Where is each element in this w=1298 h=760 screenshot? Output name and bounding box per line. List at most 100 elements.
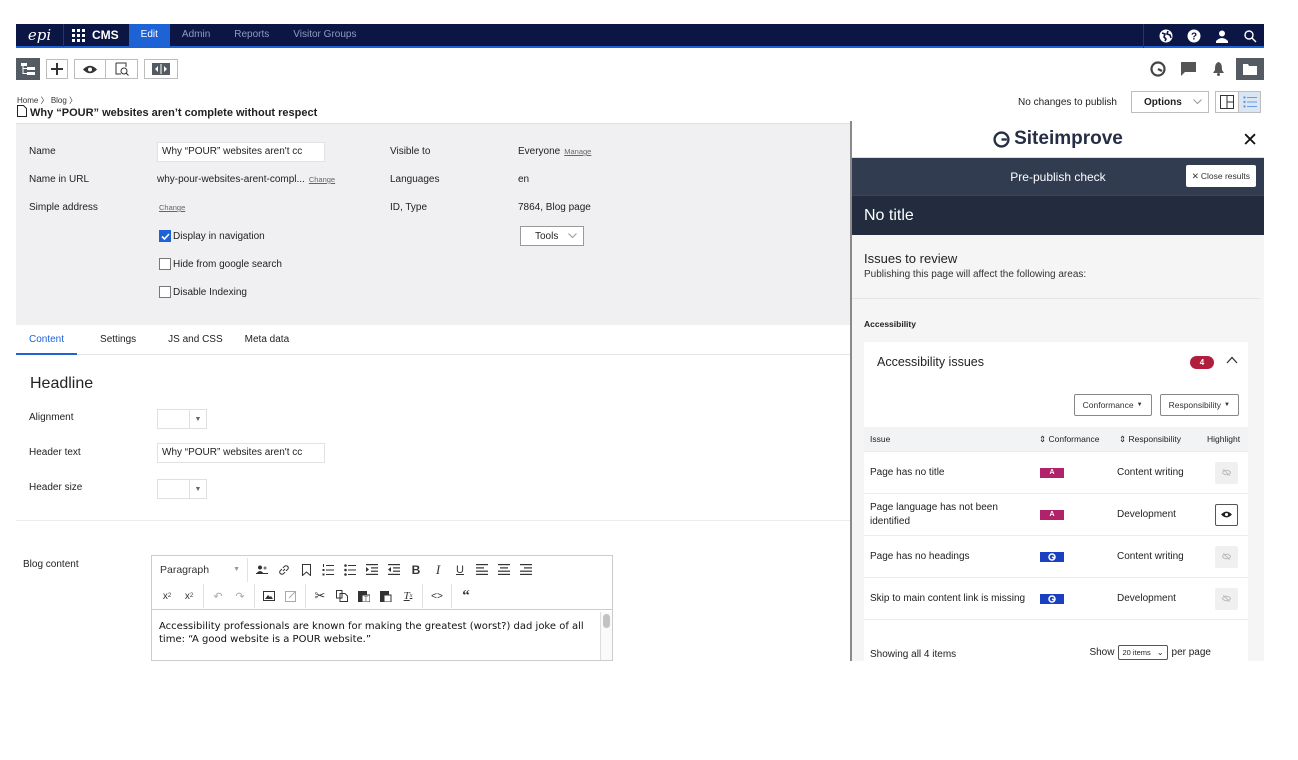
compare-icon[interactable] <box>144 59 178 79</box>
view-page-icon[interactable] <box>106 59 138 79</box>
nav-admin[interactable]: Admin <box>170 24 222 47</box>
dropdown-arrow-icon: ▼ <box>194 415 202 423</box>
source-code-icon[interactable]: <> <box>426 585 448 607</box>
product-name[interactable]: CMS <box>92 28 119 42</box>
image-icon[interactable] <box>258 585 280 607</box>
header-size-select[interactable]: ▼ <box>157 479 207 499</box>
siteimprove-icon[interactable] <box>1146 58 1170 80</box>
add-icon[interactable] <box>46 59 68 79</box>
close-icon[interactable]: ✕ <box>1242 129 1258 152</box>
format-select[interactable]: Paragraph ▼ <box>156 564 244 576</box>
tab-settings[interactable]: Settings <box>77 326 149 355</box>
alignment-select[interactable]: ▼ <box>157 409 207 429</box>
toolbar-right <box>1146 58 1264 80</box>
comments-icon[interactable] <box>1176 58 1200 80</box>
assets-folder-icon[interactable] <box>1236 58 1264 80</box>
issue-name: Page has no headings <box>870 550 970 562</box>
editor-body[interactable]: Accessibility professionals are known fo… <box>152 610 612 646</box>
table-row[interactable]: Page language has not been identified A De… <box>864 494 1248 536</box>
link-icon[interactable] <box>273 559 295 581</box>
responsibility-filter-button[interactable]: Responsibility ▼ <box>1159 393 1239 416</box>
conformance-filter-button[interactable]: Conformance ▼ <box>1073 393 1152 416</box>
rich-text-editor[interactable]: Paragraph ▼ B I U x2 x2 ↶ ↷ ✂ T T x <> “… <box>151 555 613 661</box>
paste-icon[interactable] <box>375 585 397 607</box>
tab-meta-data[interactable]: Meta data <box>236 326 302 355</box>
simple-address-change-link[interactable]: Change <box>159 203 185 212</box>
cut-icon[interactable]: ✂ <box>309 585 331 607</box>
undo-icon[interactable]: ↶ <box>207 585 229 607</box>
checkbox-unchecked[interactable] <box>159 258 171 270</box>
display-in-navigation-checkbox[interactable]: Display in navigation <box>159 230 265 242</box>
align-center-icon[interactable] <box>493 559 515 581</box>
highlight-eye-icon[interactable] <box>1215 503 1238 526</box>
tab-js-and-css[interactable]: JS and CSS <box>149 326 235 355</box>
italic-icon[interactable]: I <box>427 559 449 581</box>
issues-to-review-title: Issues to review <box>864 251 958 266</box>
subscript-icon[interactable]: x2 <box>156 585 178 607</box>
header-text-input[interactable]: Why “POUR” websites aren't cc <box>157 443 325 463</box>
paste-text-icon[interactable]: T <box>353 585 375 607</box>
personalize-icon[interactable] <box>251 559 273 581</box>
nav-visitor-groups[interactable]: Visitor Groups <box>281 24 368 47</box>
checkbox-checked[interactable] <box>159 230 171 242</box>
breadcrumb-blog[interactable]: Blog <box>51 96 67 105</box>
sort-icon: ⇕ <box>1039 433 1047 444</box>
table-row[interactable]: Skip to main content link is missing Deve… <box>864 578 1248 620</box>
indent-icon[interactable] <box>361 559 383 581</box>
notifications-icon[interactable] <box>1206 58 1230 80</box>
table-row[interactable]: Page has no title A Content writing <box>864 452 1248 494</box>
per-page-select[interactable]: 20 items ⌄ <box>1118 645 1168 660</box>
user-icon[interactable] <box>1208 24 1236 48</box>
table-row[interactable]: Page has no headings Content writing <box>864 536 1248 578</box>
checkbox-unchecked[interactable] <box>159 286 171 298</box>
numbered-list-icon[interactable] <box>317 559 339 581</box>
bold-icon[interactable]: B <box>405 559 427 581</box>
edit-image-icon[interactable] <box>280 585 302 607</box>
superscript-icon[interactable]: x2 <box>178 585 200 607</box>
breadcrumb-home[interactable]: Home <box>17 96 38 105</box>
align-left-icon[interactable] <box>471 559 493 581</box>
name-input[interactable]: Why “POUR” websites aren't cc <box>157 142 325 162</box>
page-tree-icon[interactable] <box>16 58 40 80</box>
close-results-label: Close results <box>1200 171 1250 181</box>
copy-icon[interactable] <box>331 585 353 607</box>
column-responsibility[interactable]: ⇕ Responsibility <box>1117 432 1205 446</box>
chevron-up-icon[interactable] <box>1226 352 1238 367</box>
search-icon[interactable] <box>1236 24 1264 48</box>
outdent-icon[interactable] <box>383 559 405 581</box>
highlight-eye-off-icon[interactable] <box>1215 587 1238 610</box>
disable-indexing-checkbox[interactable]: Disable Indexing <box>159 286 247 298</box>
tab-content[interactable]: Content <box>16 326 78 355</box>
help-icon[interactable]: ? <box>1180 24 1208 48</box>
name-in-url-label: Name in URL <box>29 174 90 185</box>
options-button[interactable]: Options <box>1131 91 1209 113</box>
underline-icon[interactable]: U <box>449 559 471 581</box>
preview-icon[interactable] <box>74 59 106 79</box>
column-conformance[interactable]: ⇕ Conformance <box>1039 434 1117 445</box>
nav-edit[interactable]: Edit <box>128 24 170 47</box>
tools-dropdown[interactable]: Tools <box>520 226 584 246</box>
anchor-icon[interactable] <box>295 559 317 581</box>
epi-logo[interactable]: epi <box>16 24 64 47</box>
manage-link[interactable]: Manage <box>564 147 591 156</box>
app-grid-icon[interactable] <box>66 24 90 47</box>
hide-from-google-checkbox[interactable]: Hide from google search <box>159 258 282 270</box>
accessibility-issues-header[interactable]: Accessibility issues 4 <box>864 342 1248 382</box>
column-issue[interactable]: Issue <box>864 432 1039 446</box>
list-view-icon[interactable] <box>1238 92 1260 112</box>
highlight-eye-off-icon[interactable] <box>1215 545 1238 568</box>
globe-icon[interactable] <box>1152 24 1180 48</box>
highlight-eye-off-icon[interactable] <box>1215 461 1238 484</box>
redo-icon[interactable]: ↷ <box>229 585 251 607</box>
close-results-button[interactable]: ✕ Close results <box>1185 165 1256 187</box>
nav-reports[interactable]: Reports <box>222 24 281 47</box>
url-change-link[interactable]: Change <box>309 175 335 184</box>
options-label: Options <box>1144 96 1182 108</box>
clear-formatting-icon[interactable]: Tx <box>397 585 419 607</box>
layout-view-icon[interactable] <box>1216 92 1238 112</box>
align-right-icon[interactable] <box>515 559 537 581</box>
editor-scrollbar[interactable] <box>600 612 612 660</box>
conformance-cell <box>1039 593 1117 604</box>
blockquote-icon[interactable]: “ <box>455 585 477 607</box>
bullet-list-icon[interactable] <box>339 559 361 581</box>
